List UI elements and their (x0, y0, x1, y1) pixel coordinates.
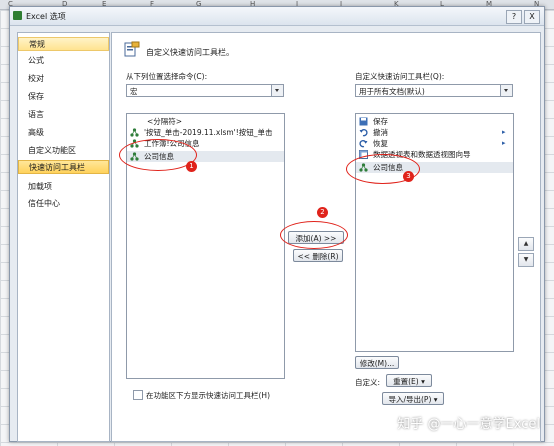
help-button[interactable]: ? (506, 10, 522, 24)
dialog-titlebar: Excel 选项 ? X (10, 7, 544, 26)
import-export-button[interactable]: 导入/导出(P) ▾ (382, 392, 444, 405)
customize-toolbar-value: 用于所有文档(默认) (359, 87, 425, 96)
panel-header: 自定义快速访问工具栏。 (146, 48, 234, 57)
excel-options-dialog: Excel 选项 ? X 常规 公式 校对 保存 语言 高级 自定义功能区 快速… (9, 6, 545, 442)
list-item-label: 撤消 (373, 128, 388, 137)
annotation-badge-2: 2 (317, 207, 328, 218)
nav-item-quick-access-toolbar[interactable]: 快速访问工具栏 (18, 160, 109, 174)
nav-item-save[interactable]: 保存 (18, 90, 109, 104)
nav-item-general[interactable]: 常规 (18, 37, 109, 51)
list-item-label: 保存 (373, 117, 388, 126)
watermark: 知乎 @一心一意学Excel (397, 417, 540, 432)
chevron-down-icon[interactable] (271, 85, 283, 96)
list-item-label: <分隔符> (147, 117, 183, 126)
remove-button[interactable]: << 删除(R) (293, 249, 343, 262)
submenu-arrow-icon: ▸ (502, 139, 506, 147)
list-item-label: 恢复 (373, 139, 388, 148)
nav-item-formulas[interactable]: 公式 (18, 54, 109, 68)
nav-item-proofing[interactable]: 校对 (18, 72, 109, 86)
redo-icon (359, 139, 368, 148)
chevron-down-icon[interactable] (500, 85, 512, 96)
close-button[interactable]: X (524, 10, 540, 24)
toolbar-commands-list[interactable]: 保存 撤消 ▸ 恢复 ▸ 数据透视表和数据透视图向导 公司信息 (355, 113, 514, 352)
choose-commands-label: 从下列位置选择命令(C): (126, 72, 208, 81)
annotation-badge-1: 1 (186, 161, 197, 172)
show-below-ribbon-checkbox[interactable] (133, 390, 143, 400)
nav-item-language[interactable]: 语言 (18, 108, 109, 122)
list-item[interactable]: <分隔符> (127, 116, 284, 127)
options-nav: 常规 公式 校对 保存 语言 高级 自定义功能区 快速访问工具栏 加载项 信任中… (17, 32, 110, 442)
list-item[interactable]: 恢复 ▸ (356, 138, 513, 149)
undo-icon (359, 128, 368, 137)
dialog-title: Excel 选项 (26, 12, 66, 21)
list-item[interactable]: 保存 (356, 116, 513, 127)
submenu-arrow-icon: ▸ (502, 128, 506, 136)
choose-commands-value: 宏 (130, 87, 138, 96)
modify-button[interactable]: 修改(M)... (355, 356, 399, 369)
macro-icon (130, 128, 139, 137)
show-below-ribbon-label: 在功能区下方显示快速访问工具栏(H) (146, 391, 270, 400)
choose-commands-dropdown[interactable]: 宏 (126, 84, 284, 97)
reset-button[interactable]: 重置(E) ▾ (386, 374, 432, 387)
list-item[interactable]: 撤消 ▸ (356, 127, 513, 138)
save-icon (359, 117, 368, 126)
nav-item-add-ins[interactable]: 加载项 (18, 180, 109, 194)
list-item[interactable]: '按钮_单击-2019.11.xlsm'!按钮_单击 (127, 127, 284, 138)
annotation-ellipse-2 (280, 221, 348, 249)
quick-access-toolbar-icon (124, 41, 140, 57)
annotation-badge-3: 3 (403, 171, 414, 182)
nav-item-advanced[interactable]: 高级 (18, 126, 109, 140)
excel-app-icon (13, 11, 22, 20)
move-down-button[interactable]: ▼ (518, 253, 534, 267)
customize-toolbar-dropdown[interactable]: 用于所有文档(默认) (355, 84, 513, 97)
move-up-button[interactable]: ▲ (518, 237, 534, 251)
customize-toolbar-label: 自定义快速访问工具栏(Q): (355, 72, 445, 81)
list-item-label: '按钮_单击-2019.11.xlsm'!按钮_单击 (144, 128, 273, 137)
customize-label: 自定义: (355, 378, 381, 387)
nav-item-customize-ribbon[interactable]: 自定义功能区 (18, 144, 109, 158)
nav-item-trust-center[interactable]: 信任中心 (18, 197, 109, 211)
